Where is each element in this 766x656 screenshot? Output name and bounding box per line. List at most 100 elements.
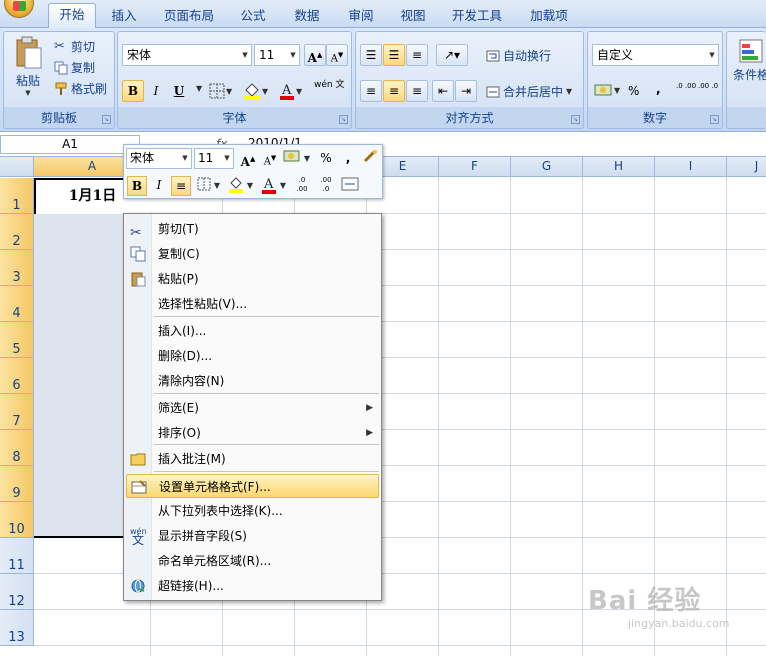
font-launcher-icon[interactable]: ↘ [339,115,348,124]
row-header-13[interactable]: 13 [0,610,34,646]
mini-percent-button[interactable]: % [316,149,336,169]
mini-italic-button[interactable]: I [149,176,169,196]
context-menu-item[interactable]: wén 文显示拼音字段(S) [126,524,379,548]
mini-center-button[interactable]: ≡ [171,176,191,196]
context-menu-item[interactable]: 删除(D)... [126,344,379,368]
copy-button[interactable]: 复制 [54,59,95,76]
row-header-7[interactable]: 7 [0,394,34,430]
row-header-6[interactable]: 6 [0,358,34,394]
tab-data[interactable]: 数据 [284,6,330,28]
align-middle-button[interactable]: ☰ [383,44,405,66]
shrink-font-button[interactable]: A▼ [326,44,348,66]
context-menu-item[interactable]: 筛选(E) ▶ [126,396,379,420]
context-menu-item[interactable]: 排序(O) ▶ [126,421,379,445]
column-header-i[interactable]: I [655,157,727,177]
column-header-h[interactable]: H [583,157,655,177]
chevron-down-icon[interactable]: ▼ [212,176,222,196]
row-header-10[interactable]: 10 [0,502,34,538]
conditional-formatting-button[interactable]: 条件格 [733,36,766,83]
mini-decrease-decimal-button[interactable]: .00.0 [316,176,336,196]
mini-border-button[interactable] [194,176,214,196]
context-menu-item[interactable]: 设置单元格格式(F)... [126,474,379,498]
phonetic-button[interactable]: wén 文 [314,80,344,90]
row-header-8[interactable]: 8 [0,430,34,466]
tab-view[interactable]: 视图 [390,6,436,28]
row-header-1[interactable]: 1 [0,178,34,214]
context-menu-item[interactable]: 复制(C) [126,242,379,266]
row-header-4[interactable]: 4 [0,286,34,322]
mini-comma-button[interactable]: , [338,149,358,169]
cut-button[interactable]: ✂ 剪切 [54,38,95,55]
mini-bold-button[interactable]: B [127,176,147,196]
alignment-launcher-icon[interactable]: ↘ [571,115,580,124]
row-header-9[interactable]: 9 [0,466,34,502]
wrap-text-button[interactable]: 自动换行 [486,47,551,64]
paste-button[interactable]: 粘贴 ▼ [10,36,46,97]
mini-increase-decimal-button[interactable]: .0.00 [292,176,312,196]
number-launcher-icon[interactable]: ↘ [710,115,719,124]
grow-font-button[interactable]: A▲ [304,44,326,66]
mini-format-painter-button[interactable] [360,149,380,169]
row-header-5[interactable]: 5 [0,322,34,358]
font-size-select[interactable]: 11 ▼ [254,44,300,66]
border-button[interactable]: ▼ [208,82,232,100]
column-header-f[interactable]: F [439,157,511,177]
align-left-button[interactable]: ≡ [360,80,382,102]
context-menu-item[interactable]: 选择性粘贴(V)... [126,292,379,316]
clipboard-launcher-icon[interactable]: ↘ [102,115,111,124]
align-right-button[interactable]: ≡ [406,80,428,102]
column-header-j[interactable]: J [727,157,766,177]
mini-font-name-select[interactable]: 宋体 ▼ [126,148,192,169]
font-name-select[interactable]: 宋体 ▼ [122,44,252,66]
orientation-button[interactable]: ↗▾ [436,44,468,66]
mini-font-color-button[interactable]: A [259,176,279,196]
merge-center-button[interactable]: 合并后居中 ▼ [486,83,572,100]
font-color-button[interactable]: A ▼ [278,82,302,100]
context-menu-item[interactable]: 清除内容(N) [126,369,379,393]
italic-button[interactable]: I [145,80,167,102]
tab-developer[interactable]: 开发工具 [444,6,510,28]
tab-page-layout[interactable]: 页面布局 [156,6,222,28]
currency-button[interactable]: ▼ [594,82,620,98]
underline-dropdown-icon[interactable]: ▼ [196,84,202,93]
format-painter-button[interactable]: 格式刷 [54,80,107,97]
context-menu-item[interactable]: 插入批注(M) [126,447,379,471]
context-menu-item[interactable]: 粘贴(P) [126,267,379,291]
chevron-down-icon[interactable]: ▼ [302,149,312,169]
decrease-indent-button[interactable]: ⇤ [432,80,454,102]
comma-button[interactable]: , [656,82,661,96]
row-header-3[interactable]: 3 [0,250,34,286]
mini-grow-font-button[interactable]: A▲ [238,149,258,169]
mini-shrink-font-button[interactable]: A▼ [260,149,280,169]
office-button[interactable] [4,0,34,18]
align-center-button[interactable]: ≡ [383,80,405,102]
row-header-11[interactable]: 11 [0,538,34,574]
row-header-2[interactable]: 2 [0,214,34,250]
name-box[interactable]: A1 [0,135,140,154]
tab-review[interactable]: 审阅 [338,6,384,28]
context-menu-item[interactable]: ✂ 剪切(T) [126,217,379,241]
mini-font-size-select[interactable]: 11 ▼ [194,148,234,169]
increase-indent-button[interactable]: ⇥ [455,80,477,102]
context-menu-item[interactable]: 命名单元格区域(R)... [126,549,379,573]
column-header-g[interactable]: G [511,157,583,177]
increase-decimal-button[interactable]: .0 .00 [676,82,696,90]
row-header-12[interactable]: 12 [0,574,34,610]
context-menu-item[interactable]: 超链接(H)... [126,574,379,598]
chevron-down-icon[interactable]: ▼ [245,176,255,196]
mini-currency-button[interactable] [282,149,302,169]
underline-button[interactable]: U [168,80,190,102]
tab-add-ins[interactable]: 加载项 [522,6,576,28]
align-bottom-button[interactable]: ≡ [406,44,428,66]
context-menu-item[interactable]: 插入(I)... [126,319,379,343]
decrease-decimal-button[interactable]: .00 .0 [698,82,718,90]
mini-merge-center-button[interactable] [340,176,360,196]
percent-button[interactable]: % [628,84,639,98]
align-top-button[interactable]: ☰ [360,44,382,66]
chevron-down-icon[interactable]: ▼ [278,176,288,196]
number-format-select[interactable]: 自定义 ▼ [592,44,719,66]
select-all-corner[interactable] [0,157,34,177]
mini-fill-color-button[interactable] [226,176,246,196]
fill-color-button[interactable]: ▼ [242,82,268,100]
tab-home[interactable]: 开始 [48,3,96,29]
